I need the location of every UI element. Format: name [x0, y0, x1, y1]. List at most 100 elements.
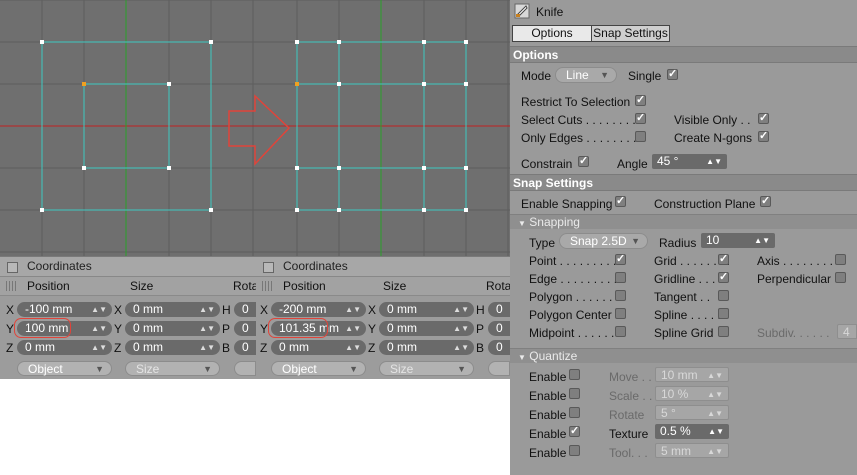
chevron-down-icon: ▼	[518, 219, 526, 228]
spline-checkbox[interactable]	[718, 308, 729, 319]
coordinates-title-bar: Coordinates	[256, 257, 510, 277]
quantize-scale-enable-checkbox[interactable]	[569, 388, 580, 399]
position-z-field[interactable]: 0 mm ▲▼	[17, 340, 112, 355]
axis-label: X	[260, 303, 269, 317]
size-z-field[interactable]: 0 mm ▲▼	[125, 340, 220, 355]
panel-close-box[interactable]	[7, 262, 18, 273]
highlight-annotation	[14, 318, 71, 338]
quantize-move-field[interactable]: 10 mm ▲▼	[655, 367, 729, 382]
restrict-to-selection-checkbox[interactable]	[635, 93, 646, 106]
midpoint-checkbox[interactable]	[615, 326, 626, 337]
size-mode-dropdown[interactable]: Size ▼	[125, 361, 220, 376]
create-ngons-checkbox[interactable]	[758, 129, 769, 142]
highlight-annotation	[268, 318, 328, 338]
point-checkbox[interactable]	[615, 252, 626, 265]
quantize-tool-enable-checkbox[interactable]	[569, 445, 580, 456]
polygon-checkbox[interactable]	[615, 290, 626, 301]
snap-type-dropdown[interactable]: Snap 2.5D ▼	[559, 233, 648, 249]
polygon-center-label: Polygon Center	[529, 308, 612, 322]
construction-plane-checkbox[interactable]	[760, 194, 771, 207]
rotation-b-field[interactable]: 0	[488, 340, 510, 355]
angle-field[interactable]: 45 ° ▲▼	[652, 154, 727, 169]
panel-close-box[interactable]	[263, 262, 274, 273]
axis-label: H	[222, 303, 231, 317]
size-mode-dropdown[interactable]: Size ▼	[379, 361, 474, 376]
mode-dropdown[interactable]: Line ▼	[555, 67, 617, 83]
drag-grip-icon[interactable]	[262, 281, 274, 291]
axis-label: B	[476, 341, 485, 355]
quantize-texture-enable-checkbox[interactable]	[569, 424, 580, 437]
rotation-column-label: Rota	[486, 279, 512, 293]
grid-lines	[0, 0, 510, 256]
knife-icon	[514, 3, 530, 19]
visible-only-checkbox[interactable]	[758, 111, 769, 124]
rotation-b-field[interactable]: 0	[234, 340, 256, 355]
polygon-center-checkbox[interactable]	[615, 308, 626, 319]
snapping-subsection-header[interactable]: ▼ Snapping	[510, 214, 857, 229]
coordinates-column-header: Position Size Rota	[0, 277, 258, 296]
position-x-field[interactable]: -100 mm ▲▼	[17, 302, 112, 317]
mode-label: Mode	[521, 69, 552, 83]
enable-snapping-checkbox[interactable]	[615, 194, 626, 207]
viewport[interactable]	[0, 0, 510, 256]
coordinates-title: Coordinates	[283, 259, 348, 273]
size-x-field[interactable]: 0 mm ▲▼	[125, 302, 220, 317]
quantize-tool-field[interactable]: 5 mm ▲▼	[655, 443, 729, 458]
coordinates-title-bar: Coordinates	[0, 257, 256, 277]
chevron-down-icon: ▼	[518, 353, 526, 362]
polygon-label: Polygon . . . . . .	[529, 290, 613, 304]
viewport-canvas	[0, 0, 510, 256]
drag-grip-icon[interactable]	[6, 281, 18, 291]
subdiv-field[interactable]: 4	[837, 324, 857, 339]
select-cuts-checkbox[interactable]	[635, 111, 646, 124]
perpendicular-checkbox[interactable]	[835, 272, 846, 283]
axis-label: Z	[260, 341, 268, 355]
coordinate-mode-dropdown[interactable]: Object ▼	[17, 361, 112, 376]
construction-plane-label: Construction Plane	[654, 197, 756, 211]
radius-label: Radius	[659, 236, 697, 250]
only-edges-checkbox[interactable]	[635, 131, 646, 142]
grid-checkbox[interactable]	[718, 252, 729, 265]
quantize-texture-field[interactable]: 0.5 % ▲▼	[655, 424, 729, 439]
axis-label: Axis . . . . . . . .	[757, 254, 834, 268]
size-x-field[interactable]: 0 mm ▲▼	[379, 302, 474, 317]
size-y-field[interactable]: 0 mm ▲▼	[379, 321, 474, 336]
coordinate-mode-dropdown[interactable]: Object ▼	[271, 361, 366, 376]
size-z-field[interactable]: 0 mm ▲▼	[379, 340, 474, 355]
radius-field[interactable]: 10 ▲▼	[701, 233, 775, 248]
size-column-label: Size	[130, 279, 154, 293]
size-y-field[interactable]: 0 mm ▲▼	[125, 321, 220, 336]
edge-checkbox[interactable]	[615, 272, 626, 283]
position-x-field[interactable]: -200 mm ▲▼	[271, 302, 366, 317]
rotation-h-field[interactable]: 0	[234, 302, 256, 317]
spline-grid-checkbox[interactable]	[718, 326, 729, 337]
rotation-p-field[interactable]: 0	[488, 321, 510, 336]
apply-button[interactable]	[234, 361, 256, 376]
tangent-checkbox[interactable]	[718, 290, 729, 301]
quantize-rotate-enable-checkbox[interactable]	[569, 407, 580, 418]
edge-label: Edge . . . . . . . . .	[529, 272, 618, 286]
position-z-field[interactable]: 0 mm ▲▼	[271, 340, 366, 355]
rotation-p-field[interactable]: 0	[234, 321, 256, 336]
single-checkbox[interactable]	[667, 67, 678, 80]
axis-checkbox[interactable]	[835, 254, 846, 265]
quantize-enable-label: Enable	[529, 370, 567, 384]
tab-snap-settings[interactable]: Snap Settings	[591, 25, 670, 42]
rotation-h-field[interactable]: 0	[488, 302, 510, 317]
gridline-label: Gridline . . . .	[654, 272, 723, 286]
quantize-move-enable-checkbox[interactable]	[569, 369, 580, 380]
quantize-rotate-label: Rotate	[609, 408, 645, 422]
visible-only-label: Visible Only . .	[674, 113, 751, 127]
quantize-subsection-header[interactable]: ▼ Quantize	[510, 348, 857, 363]
quantize-rotate-field[interactable]: 5 ° ▲▼	[655, 405, 729, 420]
apply-button[interactable]	[488, 361, 510, 376]
axis-label: X	[368, 303, 377, 317]
tab-options[interactable]: Options	[512, 25, 592, 42]
spline-label: Spline . . . . .	[654, 308, 721, 322]
gridline-checkbox[interactable]	[718, 270, 729, 283]
coordinates-title: Coordinates	[27, 259, 92, 273]
size-column-label: Size	[383, 279, 407, 293]
quantize-scale-field[interactable]: 10 % ▲▼	[655, 386, 729, 401]
coordinates-panel-before: Coordinates Position Size Rota X -100 mm…	[0, 256, 258, 379]
constrain-checkbox[interactable]	[578, 154, 589, 167]
